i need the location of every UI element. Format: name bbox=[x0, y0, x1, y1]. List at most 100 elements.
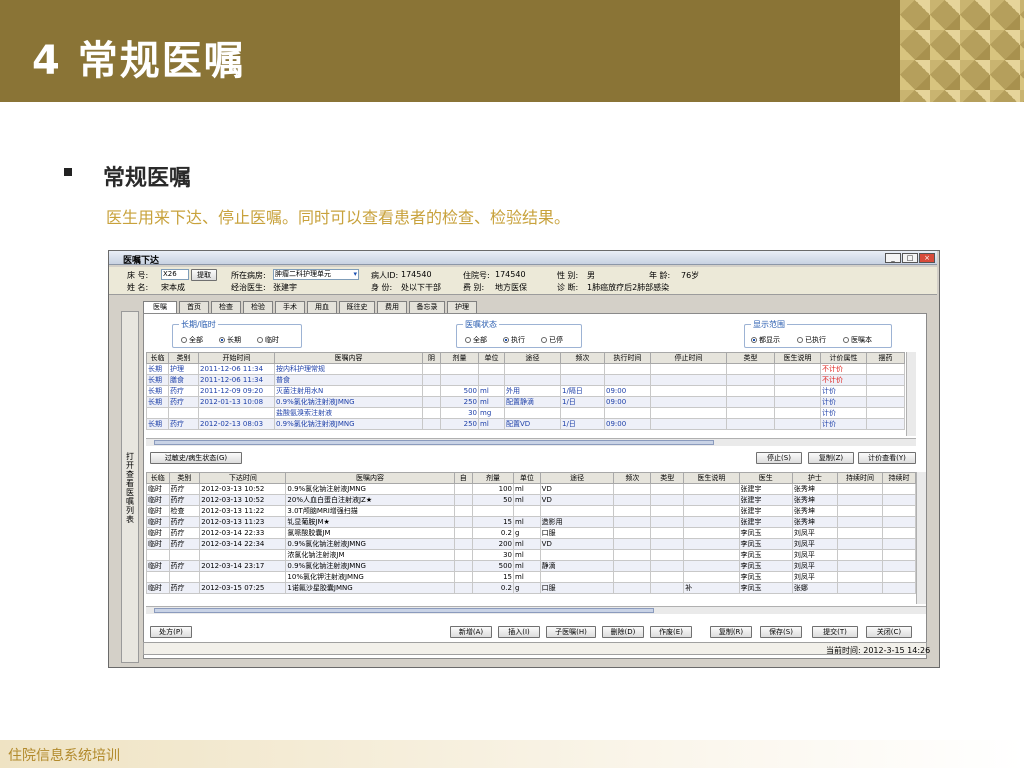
void-order-button[interactable]: 作废(E) bbox=[650, 626, 692, 638]
table-cell: 15 bbox=[472, 571, 515, 583]
table-cell: 500 bbox=[472, 560, 515, 572]
column-header[interactable]: 单位 bbox=[513, 472, 541, 484]
column-header[interactable]: 阴 bbox=[422, 352, 441, 364]
table-row[interactable]: 临时 药疗 2012-03-13 10:52 0.9%氯化钠注射液JMNG 100 ml V… bbox=[146, 483, 916, 495]
table-cell bbox=[453, 560, 474, 572]
column-header[interactable]: 护士 bbox=[791, 472, 838, 484]
copy-button[interactable]: 复制(R) bbox=[710, 626, 752, 638]
table-cell bbox=[168, 571, 201, 583]
column-header[interactable]: 长临 bbox=[146, 472, 170, 484]
table-row[interactable]: 临时 药疗 2012-03-13 11:23 钆显葡胺JM★ 15 ml 造影用 张建宇 张秀坤 bbox=[146, 516, 916, 528]
table-row[interactable]: 10%氯化钾注射液JMNG 15 ml 李凤玉 刘凤平 bbox=[146, 571, 916, 583]
column-header[interactable]: 类别 bbox=[168, 352, 199, 364]
table-row[interactable]: 盐酸氨溴索注射液 30 mg 计价 bbox=[146, 407, 905, 419]
status-active-radio[interactable]: 执行 bbox=[503, 335, 525, 345]
tab-nursing[interactable]: 护理 bbox=[447, 301, 477, 313]
table-row[interactable]: 长期 膳食 2011-12-06 11:34 普食 不计价 bbox=[146, 374, 905, 386]
submit-button[interactable]: 提交(T) bbox=[812, 626, 858, 638]
table-row[interactable]: 临时 药疗 2012-03-14 22:33 氯哌酸胶囊JM 0.2 g 口服 李凤玉 刘凤平 bbox=[146, 527, 916, 539]
stop-order-button[interactable]: 停止(S) bbox=[756, 452, 802, 464]
lower-table-horizontal-scrollbar[interactable] bbox=[146, 606, 926, 614]
lower-table-vertical-scrollbar[interactable] bbox=[916, 472, 926, 604]
ward-select[interactable]: 肿瘤二科护理单元 ▾ bbox=[273, 269, 359, 280]
table-cell: VD bbox=[539, 538, 615, 550]
column-header[interactable]: 持续时 bbox=[882, 472, 916, 484]
table-row[interactable]: 临时 检查 2012-03-13 11:22 3.0T颅脑MRI增强扫描 张建宇 张秀坤 bbox=[146, 505, 916, 517]
column-header[interactable]: 频次 bbox=[560, 352, 605, 364]
prescription-button[interactable]: 处方(P) bbox=[150, 626, 192, 638]
column-header[interactable]: 医嘱内容 bbox=[285, 472, 455, 484]
column-header[interactable]: 医嘱内容 bbox=[274, 352, 423, 364]
maximize-button[interactable]: □ bbox=[902, 253, 918, 263]
table-cell bbox=[422, 385, 441, 397]
child-order-button[interactable]: 子医嘱(H) bbox=[546, 626, 596, 638]
upper-table-horizontal-scrollbar[interactable] bbox=[146, 438, 916, 446]
column-header[interactable]: 途径 bbox=[504, 352, 561, 364]
column-header[interactable]: 途径 bbox=[539, 472, 615, 484]
tab-surgery[interactable]: 手术 bbox=[275, 301, 305, 313]
column-header[interactable]: 医生说明 bbox=[683, 472, 740, 484]
column-header[interactable]: 剂量 bbox=[472, 472, 515, 484]
tab-history[interactable]: 既往史 bbox=[339, 301, 375, 313]
tab-exams[interactable]: 检查 bbox=[211, 301, 241, 313]
table-row[interactable]: 长期 药疗 2012-02-13 08:03 0.9%氯化钠注射液JMNG 250 ml 配… bbox=[146, 418, 905, 430]
column-header[interactable]: 类型 bbox=[650, 472, 685, 484]
price-view-button[interactable]: 计价查看(Y) bbox=[858, 452, 916, 464]
allergy-history-button[interactable]: 过敏史/病生状态(G) bbox=[150, 452, 242, 464]
scope-all-radio[interactable]: 都显示 bbox=[751, 335, 780, 345]
column-header[interactable]: 频次 bbox=[613, 472, 652, 484]
save-button[interactable]: 保存(S) bbox=[760, 626, 802, 638]
tab-fees[interactable]: 费用 bbox=[377, 301, 407, 313]
bed-number-input[interactable]: X26 bbox=[161, 269, 189, 280]
table-row[interactable]: 临时 药疗 2012-03-13 10:52 20%人血白蛋白注射液JZ★ 50 ml VD… bbox=[146, 494, 916, 506]
add-order-button[interactable]: 新增(A) bbox=[450, 626, 492, 638]
upper-table-vertical-scrollbar[interactable] bbox=[906, 352, 916, 436]
close-button[interactable]: 关闭(C) bbox=[866, 626, 912, 638]
tab-lab-tests[interactable]: 检验 bbox=[243, 301, 273, 313]
column-header[interactable]: 长临 bbox=[146, 352, 169, 364]
table-row[interactable]: 浓氯化钠注射液JM 30 ml 李凤玉 刘凤平 bbox=[146, 549, 916, 561]
column-header[interactable]: 开始时间 bbox=[198, 352, 275, 364]
close-window-button[interactable]: × bbox=[919, 253, 935, 263]
column-header[interactable]: 医生 bbox=[738, 472, 793, 484]
term-long-radio[interactable]: 长期 bbox=[219, 335, 241, 345]
column-header[interactable]: 摆药 bbox=[866, 352, 905, 364]
tab-memo[interactable]: 备忘录 bbox=[409, 301, 445, 313]
column-header[interactable]: 剂量 bbox=[440, 352, 479, 364]
copy-order-button[interactable]: 复制(Z) bbox=[808, 452, 854, 464]
scope-executed-radio[interactable]: 已执行 bbox=[797, 335, 826, 345]
column-header[interactable]: 执行时间 bbox=[604, 352, 651, 364]
column-header[interactable]: 自 bbox=[453, 472, 474, 484]
minimize-button[interactable]: _ bbox=[885, 253, 901, 263]
status-all-radio[interactable]: 全部 bbox=[465, 335, 487, 345]
column-header[interactable]: 类别 bbox=[168, 472, 201, 484]
table-cell bbox=[683, 549, 740, 561]
insert-order-button[interactable]: 插入(I) bbox=[498, 626, 540, 638]
term-all-radio[interactable]: 全部 bbox=[181, 335, 203, 345]
column-header[interactable]: 持续时间 bbox=[836, 472, 884, 484]
table-cell: 0.2 bbox=[472, 582, 515, 594]
column-header[interactable]: 类型 bbox=[726, 352, 775, 364]
column-header[interactable]: 医生说明 bbox=[774, 352, 821, 364]
column-header[interactable]: 停止时间 bbox=[650, 352, 727, 364]
table-row[interactable]: 长期 药疗 2012-01-13 10:08 0.9%氯化钠注射液JMNG 250 ml 配… bbox=[146, 396, 905, 408]
table-cell: 200 bbox=[472, 538, 515, 550]
fetch-button[interactable]: 提取 bbox=[191, 269, 217, 281]
column-header[interactable]: 下达时间 bbox=[199, 472, 287, 484]
table-row[interactable]: 长期 药疗 2011-12-09 09:20 灭菌注射用水N 500 ml 外用 1/隔日 09… bbox=[146, 385, 905, 397]
delete-order-button[interactable]: 删除(D) bbox=[602, 626, 644, 638]
term-temp-radio[interactable]: 临时 bbox=[257, 335, 279, 345]
table-cell: 临时 bbox=[146, 538, 170, 550]
status-stopped-radio[interactable]: 已停 bbox=[541, 335, 563, 345]
order-list-side-toggle[interactable]: 打开查看医嘱列表 bbox=[121, 311, 139, 663]
tab-front-page[interactable]: 首页 bbox=[179, 301, 209, 313]
table-row[interactable]: 临时 药疗 2012-03-15 07:25 1诺氟沙星胶囊JMNG 0.2 g 口服 补李凤… bbox=[146, 582, 916, 594]
table-row[interactable]: 长期 护理 2011-12-06 11:34 按内科护理常规 不计价 bbox=[146, 363, 905, 375]
table-cell: ml bbox=[478, 418, 505, 430]
scope-book-radio[interactable]: 医嘱本 bbox=[843, 335, 872, 345]
table-row[interactable]: 临时 药疗 2012-03-14 23:17 0.9%氯化钠注射液JMNG 500 ml 静… bbox=[146, 560, 916, 572]
column-header[interactable]: 计价属性 bbox=[820, 352, 867, 364]
table-row[interactable]: 临时 药疗 2012-03-14 22:34 0.9%氯化钠注射液JMNG 200 ml V… bbox=[146, 538, 916, 550]
tab-blood[interactable]: 用血 bbox=[307, 301, 337, 313]
column-header[interactable]: 单位 bbox=[478, 352, 505, 364]
